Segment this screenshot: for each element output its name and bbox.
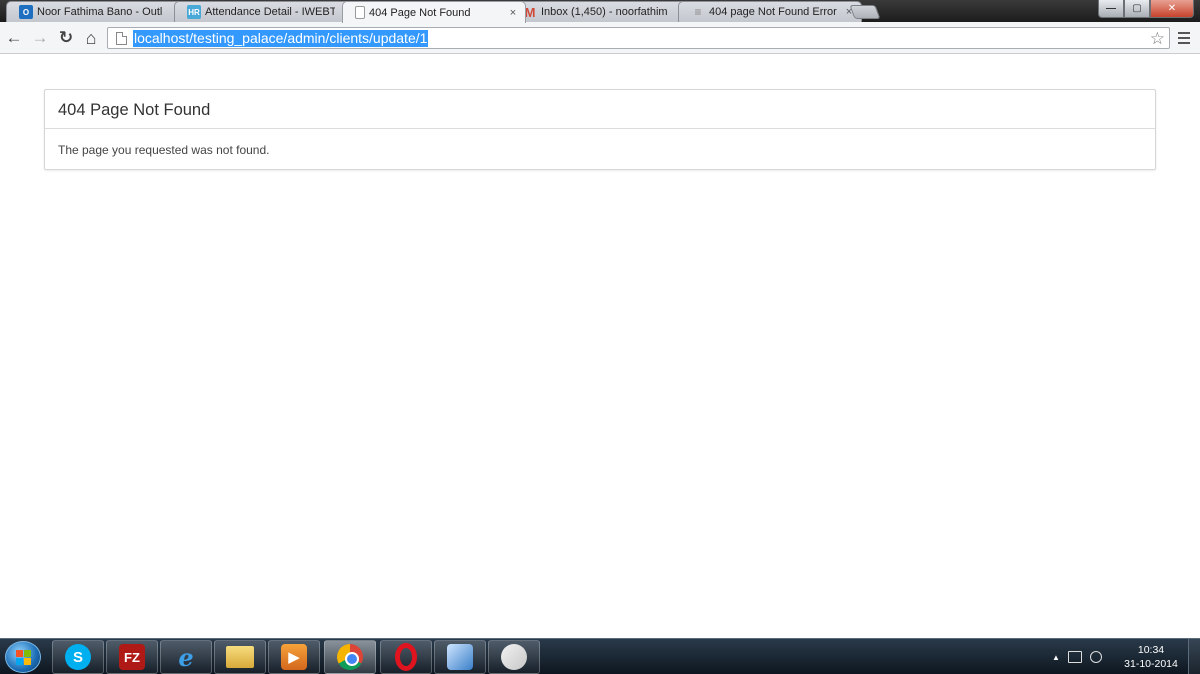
tab-title: Attendance Detail - IWEBT <box>205 6 335 18</box>
chrome-icon <box>337 644 363 670</box>
error-panel: 404 Page Not Found The page you requeste… <box>44 89 1156 170</box>
home-button[interactable]: ⌂ <box>81 28 101 48</box>
window-controls: — ▢ ✕ <box>1098 0 1194 18</box>
chrome-menu-button[interactable] <box>1178 28 1194 48</box>
tab-title: Noor Fathima Bano - Outl <box>37 6 163 18</box>
tab-outlook[interactable]: O Noor Fathima Bano - Outl × <box>6 1 190 22</box>
filezilla-icon: FZ <box>119 644 145 670</box>
taskbar-app-chrome[interactable] <box>324 640 376 674</box>
tab-title: 404 Page Not Found <box>369 6 471 19</box>
show-hidden-icons-button[interactable]: ▲ <box>1052 653 1060 662</box>
taskbar-app-filezilla[interactable]: FZ <box>106 640 158 674</box>
minimize-button[interactable]: — <box>1098 0 1124 18</box>
error-message: The page you requested was not found. <box>58 143 270 157</box>
taskbar-app-skype[interactable]: S <box>52 640 104 674</box>
taskbar-app-file-explorer[interactable] <box>214 640 266 674</box>
windows-logo-icon <box>15 649 31 665</box>
maximize-button[interactable]: ▢ <box>1124 0 1150 18</box>
taskbar-app-paint[interactable] <box>488 640 540 674</box>
taskbar-app-internet-explorer[interactable]: e <box>160 640 212 674</box>
outlook-icon: O <box>19 5 33 19</box>
system-clock[interactable]: 10:34 31-10-2014 <box>1120 643 1182 671</box>
internet-explorer-icon: e <box>178 642 194 672</box>
paint-icon <box>501 644 527 670</box>
page-content: 404 Page Not Found The page you requeste… <box>0 54 1200 638</box>
clock-time: 10:34 <box>1137 644 1165 656</box>
tab-title: 404 page Not Found Error <box>709 6 837 18</box>
hr-icon: HR <box>187 5 201 19</box>
tab-attendance-detail[interactable]: HR Attendance Detail - IWEBT × <box>174 1 358 22</box>
reload-button[interactable]: ↻ <box>56 28 76 48</box>
new-tab-button[interactable] <box>849 5 881 19</box>
bookmark-star-icon[interactable]: ☆ <box>1150 29 1165 49</box>
skype-icon: S <box>65 644 91 670</box>
tab-404-page-not-found[interactable]: 404 Page Not Found × <box>342 1 526 23</box>
page-icon <box>116 31 127 45</box>
action-center-icon[interactable] <box>1067 651 1082 663</box>
taskbar-app-opera[interactable] <box>380 640 432 674</box>
page-icon <box>355 6 365 19</box>
forward-button[interactable]: → <box>30 28 50 48</box>
clock-date: 31-10-2014 <box>1124 658 1178 670</box>
back-button[interactable]: ← <box>4 28 24 48</box>
start-button[interactable] <box>5 641 41 673</box>
close-window-button[interactable]: ✕ <box>1150 0 1194 18</box>
taskbar-app-virtualbox[interactable] <box>434 640 486 674</box>
volume-muted-icon[interactable] <box>1089 651 1102 663</box>
folder-icon <box>226 646 254 668</box>
show-desktop-button[interactable] <box>1188 639 1200 674</box>
address-bar[interactable]: localhost/testing_palace/admin/clients/u… <box>107 27 1170 49</box>
browser-toolbar: ← → ↻ ⌂ localhost/testing_palace/admin/c… <box>0 22 1200 54</box>
tab-title: Inbox (1,450) - noorfathim <box>541 6 668 18</box>
windows-taskbar: S FZ e ▶ ▲ 10:34 31-10-2014 <box>0 638 1200 674</box>
media-player-icon: ▶ <box>281 644 307 670</box>
page-title: 404 Page Not Found <box>45 90 1155 129</box>
stackoverflow-icon: ≡ <box>694 5 702 19</box>
tab-404-error-search[interactable]: ≡ 404 page Not Found Error × <box>678 1 862 22</box>
tab-gmail-inbox[interactable]: M Inbox (1,450) - noorfathim × <box>510 1 694 22</box>
system-tray: ▲ <box>1052 639 1102 674</box>
virtualbox-icon <box>447 644 473 670</box>
taskbar-app-media-player[interactable]: ▶ <box>268 640 320 674</box>
url-text[interactable]: localhost/testing_palace/admin/clients/u… <box>133 29 429 47</box>
opera-icon <box>395 643 417 671</box>
tab-strip: O Noor Fathima Bano - Outl × HR Attendan… <box>0 0 1200 23</box>
close-icon[interactable]: × <box>507 7 519 19</box>
